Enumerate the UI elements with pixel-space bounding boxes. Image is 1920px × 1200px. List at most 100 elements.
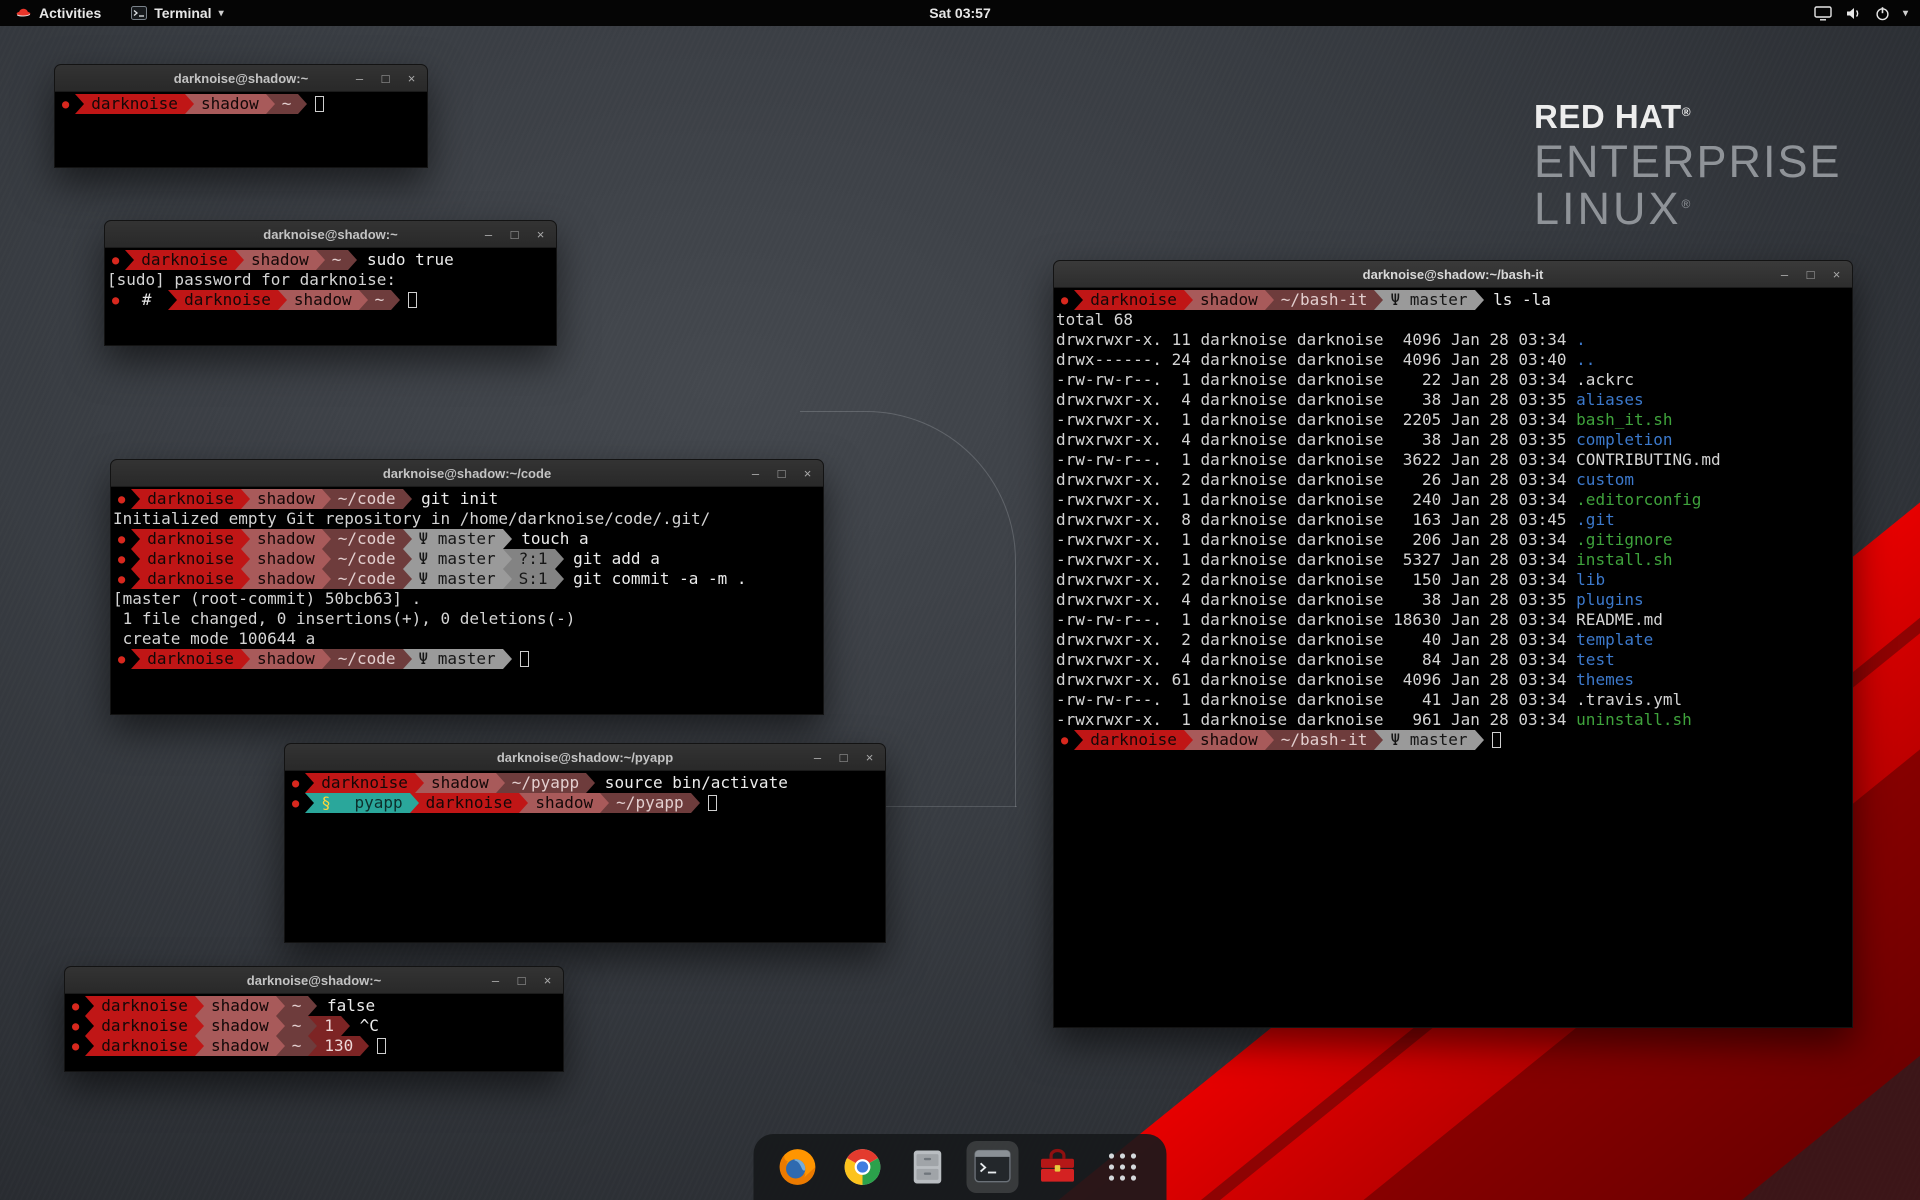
close-button[interactable]: ×: [801, 466, 814, 481]
powerline-separator-icon: [403, 489, 412, 509]
prompt-path-segment: ~: [285, 1016, 309, 1036]
powerline-separator-icon: [276, 1016, 285, 1036]
powerline-separator-icon: [403, 529, 412, 549]
prompt-host-segment: shadow: [1193, 730, 1265, 750]
redhat-prompt-icon: ●: [107, 290, 125, 310]
terminal-line: drwxrwxr-x. 61 darknoise darknoise 4096 …: [1056, 670, 1852, 690]
activities-button[interactable]: Activities: [10, 0, 106, 26]
dock-item-show-applications[interactable]: [1097, 1141, 1149, 1193]
command-text: ls -la: [1484, 290, 1551, 309]
minimize-button[interactable]: –: [482, 227, 495, 242]
prompt-host-segment: shadow: [1193, 290, 1265, 310]
powerline-separator-icon: [305, 773, 314, 793]
directory-name: aliases: [1576, 390, 1643, 409]
powerline-separator-icon: [1074, 290, 1083, 310]
powerline-separator-icon: [503, 649, 512, 669]
clock[interactable]: Sat 03:57: [929, 5, 990, 21]
prompt-user-segment: darknoise: [94, 1036, 195, 1056]
command-text: git commit -a -m .: [564, 569, 747, 588]
minimize-button[interactable]: –: [811, 750, 824, 765]
terminal-line: drwxrwxr-x. 4 darknoise darknoise 84 Jan…: [1056, 650, 1852, 670]
prompt-exit-code-segment: 130: [317, 1036, 360, 1056]
terminal-content[interactable]: ●darknoiseshadow~: [55, 92, 427, 167]
prompt-git-status-segment: S:1: [512, 569, 555, 589]
maximize-button[interactable]: □: [1804, 267, 1817, 282]
terminal-content[interactable]: ●darknoiseshadow~ false●darknoiseshadow~…: [65, 994, 563, 1071]
powerline-separator-icon: [1265, 730, 1274, 750]
terminal-content[interactable]: ●darknoiseshadow~/pyapp source bin/activ…: [285, 771, 885, 942]
close-button[interactable]: ×: [534, 227, 547, 242]
terminal-content[interactable]: ●darknoiseshadow~/bash-itΨ master ls -la…: [1054, 288, 1852, 1027]
powerline-separator-icon: [195, 996, 204, 1016]
powerline-separator-icon: [359, 290, 368, 310]
prompt-path-segment: ~/code: [331, 529, 403, 549]
close-button[interactable]: ×: [863, 750, 876, 765]
terminal-window[interactable]: darknoise@shadow:~/pyapp – □ × ●darknois…: [284, 743, 886, 943]
minimize-button[interactable]: –: [489, 973, 502, 988]
terminal-line: ●§ pyappdarknoiseshadow~/pyapp: [287, 793, 885, 813]
registered-mark: ®: [1682, 105, 1691, 119]
output-text: drwxrwxr-x. 61 darknoise darknoise 4096 …: [1056, 670, 1576, 689]
prompt-user-segment: darknoise: [1083, 290, 1184, 310]
close-button[interactable]: ×: [1830, 267, 1843, 282]
maximize-button[interactable]: □: [515, 973, 528, 988]
powerline-separator-icon: [519, 793, 528, 813]
maximize-button[interactable]: □: [837, 750, 850, 765]
prompt-git-branch-segment: Ψ master: [412, 569, 503, 589]
terminal-window[interactable]: darknoise@shadow:~ – □ × ●darknoiseshado…: [64, 966, 564, 1072]
minimize-button[interactable]: –: [1778, 267, 1791, 282]
terminal-cursor: [520, 651, 529, 667]
close-button[interactable]: ×: [405, 71, 418, 86]
maximize-button[interactable]: □: [775, 466, 788, 481]
directory-name: test: [1576, 650, 1615, 669]
firefox-icon: [776, 1145, 820, 1189]
terminal-window[interactable]: darknoise@shadow:~ – □ × ●darknoiseshado…: [104, 220, 557, 346]
directory-name: .: [1576, 330, 1586, 349]
terminal-line: ●darknoiseshadow~ sudo true: [107, 250, 556, 270]
window-titlebar[interactable]: darknoise@shadow:~/pyapp – □ ×: [285, 744, 885, 771]
terminal-content[interactable]: ●darknoiseshadow~ sudo true[sudo] passwo…: [105, 248, 556, 345]
prompt-host-segment: shadow: [528, 793, 600, 813]
dock-item-firefox[interactable]: [772, 1141, 824, 1193]
powerline-separator-icon: [322, 649, 331, 669]
terminal-window[interactable]: darknoise@shadow:~ – □ × ●darknoiseshado…: [54, 64, 428, 168]
close-button[interactable]: ×: [541, 973, 554, 988]
output-text: drwxrwxr-x. 4 darknoise darknoise 38 Jan…: [1056, 590, 1576, 609]
app-menu-terminal[interactable]: Terminal ▾: [126, 0, 228, 26]
window-titlebar[interactable]: darknoise@shadow:~ – □ ×: [65, 967, 563, 994]
maximize-button[interactable]: □: [379, 71, 392, 86]
dock-item-toolbox[interactable]: [1032, 1141, 1084, 1193]
dock-item-files[interactable]: [902, 1141, 954, 1193]
minimize-button[interactable]: –: [749, 466, 762, 481]
terminal-line: -rwxrwxr-x. 1 darknoise darknoise 2205 J…: [1056, 410, 1852, 430]
terminal-line: ● # darknoiseshadow~: [107, 290, 556, 310]
terminal-window[interactable]: darknoise@shadow:~/bash-it – □ × ●darkno…: [1053, 260, 1853, 1028]
command-text: touch a: [512, 529, 589, 548]
directory-name: custom: [1576, 470, 1634, 489]
minimize-button[interactable]: –: [353, 71, 366, 86]
powerline-separator-icon: [322, 549, 331, 569]
prompt-git-branch-segment: Ψ master: [1383, 730, 1474, 750]
dock-item-chrome[interactable]: [837, 1141, 889, 1193]
system-menu[interactable]: ▾: [1814, 0, 1920, 26]
powerline-separator-icon: [1184, 290, 1193, 310]
terminal-content[interactable]: ●darknoiseshadow~/code git initInitializ…: [111, 487, 823, 714]
output-text: .travis.yml: [1576, 690, 1682, 709]
terminal-line: -rw-rw-r--. 1 darknoise darknoise 22 Jan…: [1056, 370, 1852, 390]
dock: [754, 1134, 1167, 1200]
terminal-line: ●darknoiseshadow~/bash-itΨ master ls -la: [1056, 290, 1852, 310]
maximize-button[interactable]: □: [508, 227, 521, 242]
dock-item-terminal[interactable]: [967, 1141, 1019, 1193]
directory-name: ..: [1576, 350, 1595, 369]
window-titlebar[interactable]: darknoise@shadow:~/bash-it – □ ×: [1054, 261, 1852, 288]
window-titlebar[interactable]: darknoise@shadow:~ – □ ×: [55, 65, 427, 92]
window-titlebar[interactable]: darknoise@shadow:~ – □ ×: [105, 221, 556, 248]
output-text: -rwxrwxr-x. 1 darknoise darknoise 961 Ja…: [1056, 710, 1576, 729]
terminal-line: drwxrwxr-x. 8 darknoise darknoise 163 Ja…: [1056, 510, 1852, 530]
executable-name: .editorconfig: [1576, 490, 1701, 509]
window-titlebar[interactable]: darknoise@shadow:~/code – □ ×: [111, 460, 823, 487]
terminal-line: -rw-rw-r--. 1 darknoise darknoise 41 Jan…: [1056, 690, 1852, 710]
terminal-window[interactable]: darknoise@shadow:~/code – □ × ●darknoise…: [110, 459, 824, 715]
powerline-separator-icon: [241, 489, 250, 509]
powerline-separator-icon: [185, 94, 194, 114]
